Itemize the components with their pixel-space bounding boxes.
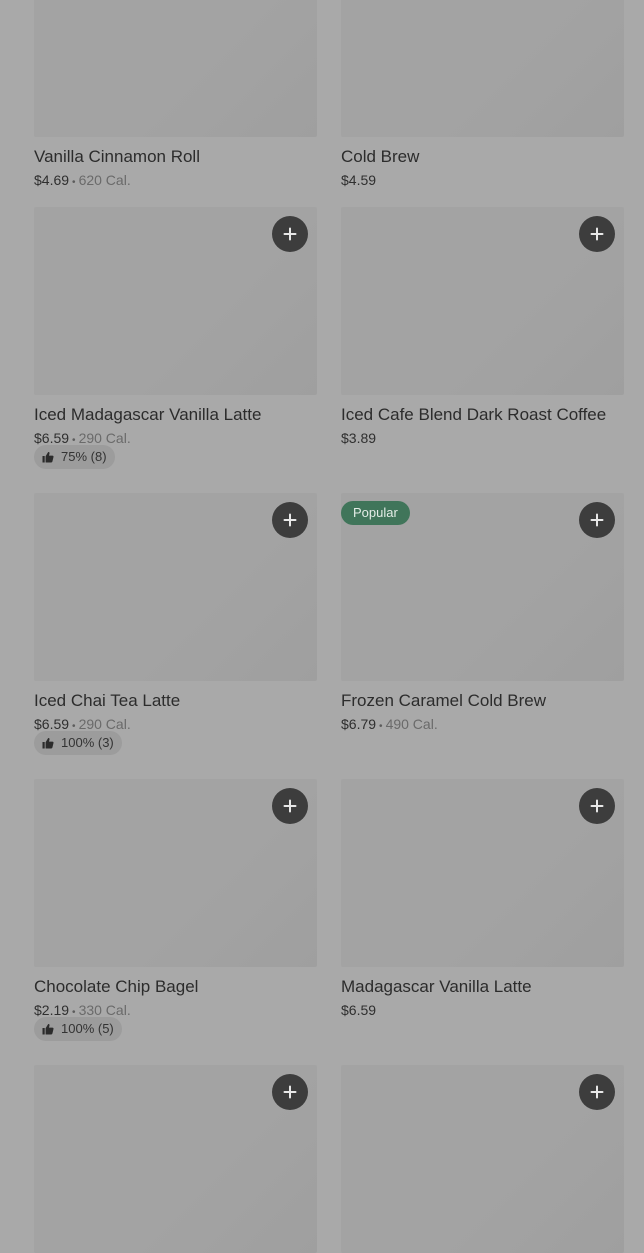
item-name[interactable]: Vanilla Cinnamon Roll: [34, 146, 200, 168]
separator-dot: •: [379, 721, 383, 732]
plus-icon: [283, 227, 297, 241]
rating-pill: 75% (8): [34, 445, 115, 469]
add-to-cart-button[interactable]: [579, 1074, 615, 1110]
plus-icon: [590, 1085, 604, 1099]
add-to-cart-button[interactable]: [272, 788, 308, 824]
plus-icon: [283, 799, 297, 813]
menu-item-grid: Vanilla Cinnamon Roll $4.69 • 620 Cal. Cold …: [0, 0, 644, 1253]
item-price-line: $3.89: [341, 429, 376, 447]
item-name[interactable]: Iced Madagascar Vanilla Latte: [34, 404, 261, 426]
item-price-line: $4.69 • 620 Cal.: [34, 171, 131, 192]
thumbs-up-icon: [42, 737, 54, 749]
item-price: $3.89: [341, 430, 377, 446]
add-to-cart-button[interactable]: [579, 788, 615, 824]
item-name[interactable]: Cold Brew: [341, 146, 419, 168]
item-calories: 490 Cal.: [385, 716, 438, 732]
item-calories: 290 Cal.: [78, 430, 131, 446]
separator-dot: •: [72, 177, 76, 188]
rating-text: 75% (8): [61, 449, 107, 464]
item-name[interactable]: Madagascar Vanilla Latte: [341, 976, 532, 998]
rating-pill: 100% (3): [34, 731, 122, 755]
rating-text: 100% (5): [61, 1021, 114, 1036]
item-price-line: $6.59: [341, 1001, 376, 1019]
item-price-line: $6.79 • 490 Cal.: [341, 715, 438, 736]
plus-icon: [283, 1085, 297, 1099]
item-calories: 620 Cal.: [78, 172, 131, 188]
item-price: $6.59: [34, 716, 70, 732]
thumbs-up-icon: [42, 451, 54, 463]
item-name[interactable]: Iced Chai Tea Latte: [34, 690, 180, 712]
rating-text: 100% (3): [61, 735, 114, 750]
item-price: $6.59: [34, 430, 70, 446]
item-name[interactable]: Frozen Caramel Cold Brew: [341, 690, 546, 712]
thumbs-up-icon: [42, 1023, 54, 1035]
item-price: $2.19: [34, 1002, 70, 1018]
add-to-cart-button[interactable]: [579, 216, 615, 252]
add-to-cart-button[interactable]: [272, 216, 308, 252]
item-image[interactable]: [34, 0, 317, 137]
item-calories: 330 Cal.: [78, 1002, 131, 1018]
item-name[interactable]: Iced Cafe Blend Dark Roast Coffee: [341, 404, 606, 426]
item-price: $6.79: [341, 716, 377, 732]
add-to-cart-button[interactable]: [272, 502, 308, 538]
plus-icon: [590, 227, 604, 241]
item-price: $4.59: [341, 172, 377, 188]
add-to-cart-button[interactable]: [272, 1074, 308, 1110]
item-calories: 290 Cal.: [78, 716, 131, 732]
item-price: $6.59: [341, 1002, 377, 1018]
plus-icon: [590, 799, 604, 813]
item-price-line: $4.59: [341, 171, 376, 189]
item-name[interactable]: Chocolate Chip Bagel: [34, 976, 198, 998]
item-image[interactable]: [341, 0, 624, 137]
plus-icon: [283, 513, 297, 527]
popular-badge: Popular: [341, 501, 410, 525]
item-price: $4.69: [34, 172, 70, 188]
plus-icon: [590, 513, 604, 527]
add-to-cart-button[interactable]: [579, 502, 615, 538]
rating-pill: 100% (5): [34, 1017, 122, 1041]
